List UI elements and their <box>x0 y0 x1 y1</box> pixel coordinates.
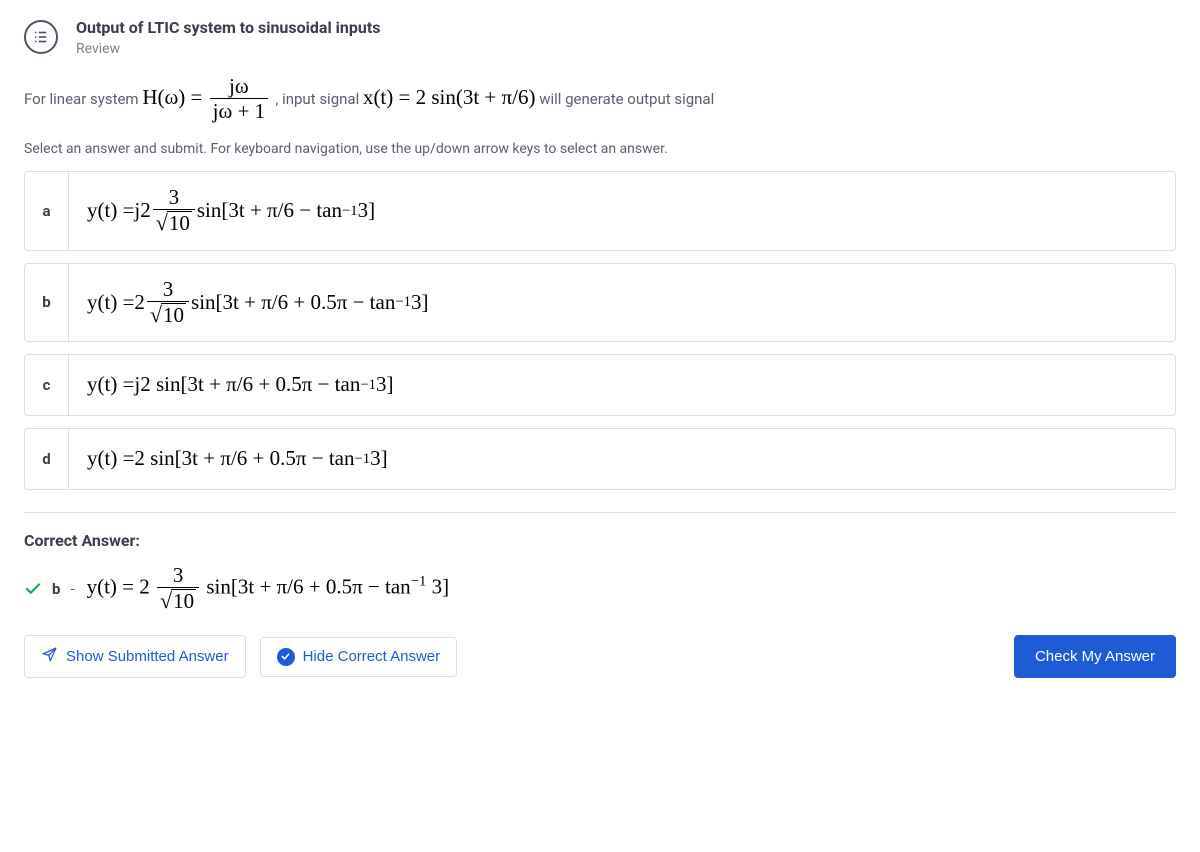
frac-b: 3 √10 <box>147 278 189 327</box>
answer-content-a: y(t) = j2 3 √10 sin[3t + π/6 − tan−1 3] <box>69 172 1175 249</box>
answer-letter-c: c <box>25 355 69 415</box>
correct-answer-heading: Correct Answer: <box>24 531 1176 550</box>
y-eq: y(t) = <box>87 446 134 471</box>
correct-answer-row: b - y(t) = 2 3 √10 sin[3t + π/6 + 0.5π −… <box>24 564 1176 613</box>
check-my-answer-button[interactable]: Check My Answer <box>1014 635 1176 678</box>
question-body: For linear system H(ω) = jω jω + 1 , inp… <box>24 75 1176 123</box>
y-eq: y(t) = <box>87 372 134 397</box>
frac-correct: 3 √10 <box>157 564 199 613</box>
question-subtitle: Review <box>76 41 380 57</box>
answer-option-c[interactable]: c y(t) = j2 sin[3t + π/6 + 0.5π − tan−1 … <box>24 354 1176 416</box>
y-eq: y(t) = <box>87 574 140 598</box>
question-post: will generate output signal <box>539 90 714 108</box>
close-3: 3] <box>358 198 376 223</box>
show-submitted-button[interactable]: Show Submitted Answer <box>24 635 246 678</box>
transfer-fraction: jω jω + 1 <box>210 75 269 123</box>
checkmark-icon <box>24 580 42 598</box>
y-eq: y(t) = <box>87 290 134 315</box>
num-3: 3 <box>166 186 183 209</box>
close-3: 3] <box>370 446 388 471</box>
question-list-icon <box>24 20 58 54</box>
h-label: H(ω) = <box>142 85 207 109</box>
num-3: 3 <box>160 278 177 301</box>
y-eq: y(t) = <box>87 198 134 223</box>
frac-num: jω <box>226 75 252 98</box>
answer-option-b[interactable]: b y(t) = 2 3 √10 sin[3t + π/6 + 0.5π − t… <box>24 263 1176 342</box>
close-3: 3] <box>426 574 449 598</box>
answer-content-d: y(t) = 2 sin[3t + π/6 + 0.5π − tan−1 3] <box>69 429 1175 489</box>
button-row: Show Submitted Answer Hide Correct Answe… <box>24 635 1176 678</box>
answer-letter-d: d <box>25 429 69 489</box>
sin-part: sin[3t + π/6 − tan <box>197 198 342 223</box>
coef-2: 2 <box>134 290 145 315</box>
x-label: x(t) = 2 sin(3t + π/6) <box>363 85 536 109</box>
rad-10: 10 <box>161 303 186 327</box>
correct-letter: b <box>52 580 60 598</box>
section-divider <box>24 512 1176 513</box>
answer-content-c: y(t) = j2 sin[3t + π/6 + 0.5π − tan−1 3] <box>69 355 1175 415</box>
sin-part: 2 sin[3t + π/6 + 0.5π − tan <box>134 446 354 471</box>
answer-option-a[interactable]: a y(t) = j2 3 √10 sin[3t + π/6 − tan−1 3… <box>24 171 1176 250</box>
coef-j2: j2 <box>134 198 150 223</box>
sup-neg1: −1 <box>411 573 427 589</box>
answer-letter-a: a <box>25 172 69 249</box>
close-3: 3] <box>376 372 394 397</box>
answer-option-d[interactable]: d y(t) = 2 sin[3t + π/6 + 0.5π − tan−1 3… <box>24 428 1176 490</box>
correct-answer-math: y(t) = 2 3 √10 sin[3t + π/6 + 0.5π − tan… <box>87 564 449 613</box>
sqrt-10: √10 <box>150 303 186 327</box>
sqrt-10: √10 <box>156 211 192 235</box>
paper-plane-icon <box>41 646 58 667</box>
answer-content-b: y(t) = 2 3 √10 sin[3t + π/6 + 0.5π − tan… <box>69 264 1175 341</box>
rad-10: 10 <box>171 589 196 613</box>
question-mid: , input signal <box>275 90 363 108</box>
hide-correct-label: Hide Correct Answer <box>303 648 441 665</box>
sin-part: j2 sin[3t + π/6 + 0.5π − tan <box>134 372 360 397</box>
num-3: 3 <box>170 564 187 587</box>
close-3: 3] <box>411 290 429 315</box>
question-pre: For linear system <box>24 90 142 108</box>
instruction-text: Select an answer and submit. For keyboar… <box>24 141 1176 157</box>
question-title: Output of LTIC system to sinusoidal inpu… <box>76 18 380 37</box>
hide-correct-button[interactable]: Hide Correct Answer <box>260 637 458 677</box>
frac-den: jω + 1 <box>210 98 269 123</box>
coef-2: 2 <box>139 574 150 598</box>
sin-part: sin[3t + π/6 + 0.5π − tan <box>206 574 410 598</box>
frac-a: 3 √10 <box>153 186 195 235</box>
answer-letter-b: b <box>25 264 69 341</box>
sin-part: sin[3t + π/6 + 0.5π − tan <box>191 290 395 315</box>
sqrt-10: √10 <box>160 589 196 613</box>
show-submitted-label: Show Submitted Answer <box>66 648 229 665</box>
rad-10: 10 <box>167 211 192 235</box>
question-header: Output of LTIC system to sinusoidal inpu… <box>24 18 1176 57</box>
dash: - <box>70 580 74 598</box>
check-circle-icon <box>277 648 295 666</box>
